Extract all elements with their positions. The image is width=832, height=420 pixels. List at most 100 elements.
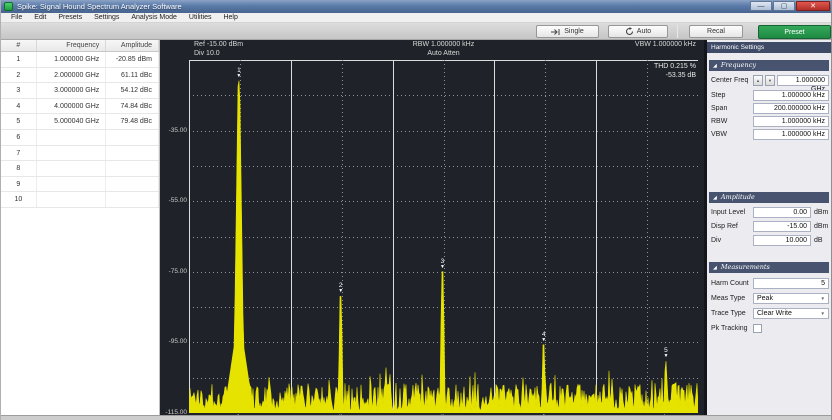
y-axis-label: -95.00 — [160, 338, 187, 345]
measurements-section-header[interactable]: ◢Measurements — [709, 262, 829, 273]
cell-amplitude: 74.84 dBc — [106, 99, 159, 114]
app-window: Spike: Signal Hound Spectrum Analyzer So… — [0, 0, 832, 420]
trace-type-value: Clear Write — [757, 310, 821, 317]
menu-item-file[interactable]: File — [5, 13, 28, 23]
disp-ref-input[interactable]: -15.00 — [753, 221, 811, 232]
marker-2[interactable]: 2▼ — [334, 282, 348, 294]
menu-item-presets[interactable]: Presets — [52, 13, 88, 23]
table-row[interactable]: 44.000000 GHz74.84 dBc — [1, 99, 159, 115]
auto-sweep-icon — [625, 27, 634, 36]
spectrum-plot-panel[interactable]: Ref -15.00 dBm Div 10.0 RBW 1.000000 kHz… — [160, 40, 704, 415]
span-input[interactable]: 200.000000 kHz — [753, 103, 829, 114]
trace-type-select[interactable]: Clear Write ▼ — [753, 308, 829, 319]
collapse-icon: ◢ — [713, 63, 717, 69]
collapse-icon: ◢ — [713, 265, 717, 271]
meas-type-select[interactable]: Peak ▼ — [753, 293, 829, 304]
cell-num: 2 — [1, 68, 37, 83]
field-row-rbw: RBW1.000000 kHz — [707, 115, 832, 128]
auto-sweep-button[interactable]: Auto — [608, 25, 668, 38]
marker-5[interactable]: 5▼ — [659, 347, 673, 359]
cell-frequency: 2.000000 GHz — [37, 68, 107, 83]
menu-bar: FileEditPresetsSettingsAnalysis ModeUtil… — [1, 13, 832, 23]
table-row[interactable]: 22.000000 GHz61.11 dBc — [1, 68, 159, 84]
marker-1[interactable]: 1▼ — [232, 67, 246, 79]
minimize-button[interactable]: — — [750, 1, 772, 11]
amplitude-section-header[interactable]: ◢Amplitude — [709, 192, 829, 203]
spinner-down-button[interactable]: ▼ — [765, 75, 775, 86]
graticule[interactable]: 1▼ 2▼ 3▼ 4▼ 5▼ — [189, 60, 698, 413]
table-row[interactable]: 10 — [1, 192, 159, 208]
cell-num: 3 — [1, 83, 37, 98]
single-sweep-label: Single — [564, 26, 583, 37]
cell-frequency: 3.000000 GHz — [37, 83, 107, 98]
cell-num: 7 — [1, 146, 37, 161]
cell-frequency: 1.000000 GHz — [37, 52, 107, 67]
marker-4[interactable]: 4▼ — [537, 331, 551, 343]
center-freq-input[interactable]: 1.000000 GHz — [777, 75, 829, 86]
menu-item-help[interactable]: Help — [217, 13, 243, 23]
table-row[interactable]: 7 — [1, 146, 159, 162]
cell-amplitude: -20.85 dBm — [106, 52, 159, 67]
marker-3[interactable]: 3▼ — [435, 258, 449, 270]
input-level-label: Input Level — [711, 209, 751, 216]
table-row[interactable]: 6 — [1, 130, 159, 146]
column-header-amplitude: Amplitude — [106, 40, 159, 51]
field-row-step: Step1.000000 kHz — [707, 89, 832, 102]
chevron-down-icon: ▼ — [821, 311, 825, 316]
single-sweep-icon — [551, 28, 561, 36]
status-bar — [1, 415, 832, 420]
table-row[interactable]: 11.000000 GHz-20.85 dBm — [1, 52, 159, 68]
maximize-button[interactable]: ▢ — [773, 1, 795, 11]
field-row-input-level: Input Level0.00dBm — [707, 206, 832, 219]
recal-button[interactable]: Recal — [689, 25, 743, 38]
spectrum-trace — [189, 81, 698, 413]
window-title: Spike: Signal Hound Spectrum Analyzer So… — [17, 2, 182, 11]
cell-amplitude: 61.11 dBc — [106, 68, 159, 83]
settings-panel-title: Harmonic Settings — [707, 42, 831, 53]
step-input[interactable]: 1.000000 kHz — [753, 90, 829, 101]
rbw-input[interactable]: 1.000000 kHz — [753, 116, 829, 127]
title-bar[interactable]: Spike: Signal Hound Spectrum Analyzer So… — [1, 0, 832, 13]
y-axis-label: -75.00 — [160, 268, 187, 275]
close-button[interactable]: ✕ — [796, 1, 830, 11]
menu-item-analysis-mode[interactable]: Analysis Mode — [125, 13, 183, 23]
cell-frequency — [37, 130, 107, 145]
div-label: Div — [711, 237, 751, 244]
spinner-up-button[interactable]: ▲ — [753, 75, 763, 86]
cell-amplitude — [106, 192, 159, 207]
center-freq-label: Center Freq — [711, 77, 751, 84]
atten-text: Auto Atten — [189, 50, 698, 59]
vbw-label: VBW — [711, 131, 751, 138]
pk-tracking-checkbox[interactable] — [753, 324, 762, 333]
field-row-center-freq: Center Freq▲▼1.000000 GHz — [707, 74, 832, 87]
input-level-unit: dBm — [813, 209, 829, 216]
table-row[interactable]: 9 — [1, 177, 159, 193]
input-level-input[interactable]: 0.00 — [753, 207, 811, 218]
single-sweep-button[interactable]: Single — [536, 25, 599, 38]
menu-item-edit[interactable]: Edit — [28, 13, 52, 23]
cell-frequency — [37, 177, 107, 192]
harm-count-input[interactable]: 5 — [753, 278, 829, 289]
cell-amplitude — [106, 130, 159, 145]
disp-ref-unit: dBm — [813, 223, 829, 230]
y-axis-label: -35.00 — [160, 127, 187, 134]
vbw-input[interactable]: 1.000000 kHz — [753, 129, 829, 140]
cell-frequency — [37, 192, 107, 207]
harmonics-table-header: #FrequencyAmplitude — [1, 40, 159, 52]
cell-amplitude: 54.12 dBc — [106, 83, 159, 98]
table-row[interactable]: 33.000000 GHz54.12 dBc — [1, 83, 159, 99]
meas-type-label: Meas Type — [711, 295, 751, 302]
div-input[interactable]: 10.000 — [753, 235, 811, 246]
table-row[interactable]: 8 — [1, 161, 159, 177]
menu-item-settings[interactable]: Settings — [88, 13, 125, 23]
frequency-section-header[interactable]: ◢Frequency — [709, 60, 829, 71]
menu-item-utilities[interactable]: Utilities — [183, 13, 218, 23]
marker-arrow-icon: ▼ — [537, 338, 551, 343]
marker-arrow-icon: ▼ — [435, 265, 449, 270]
preset-button[interactable]: Preset — [758, 25, 831, 39]
vbw-annotation: VBW 1.000000 kHz — [635, 41, 696, 50]
cell-num: 6 — [1, 130, 37, 145]
table-row[interactable]: 55.000040 GHz79.48 dBc — [1, 114, 159, 130]
harmonics-table-body: 11.000000 GHz-20.85 dBm22.000000 GHz61.1… — [1, 52, 159, 208]
cell-frequency — [37, 161, 107, 176]
